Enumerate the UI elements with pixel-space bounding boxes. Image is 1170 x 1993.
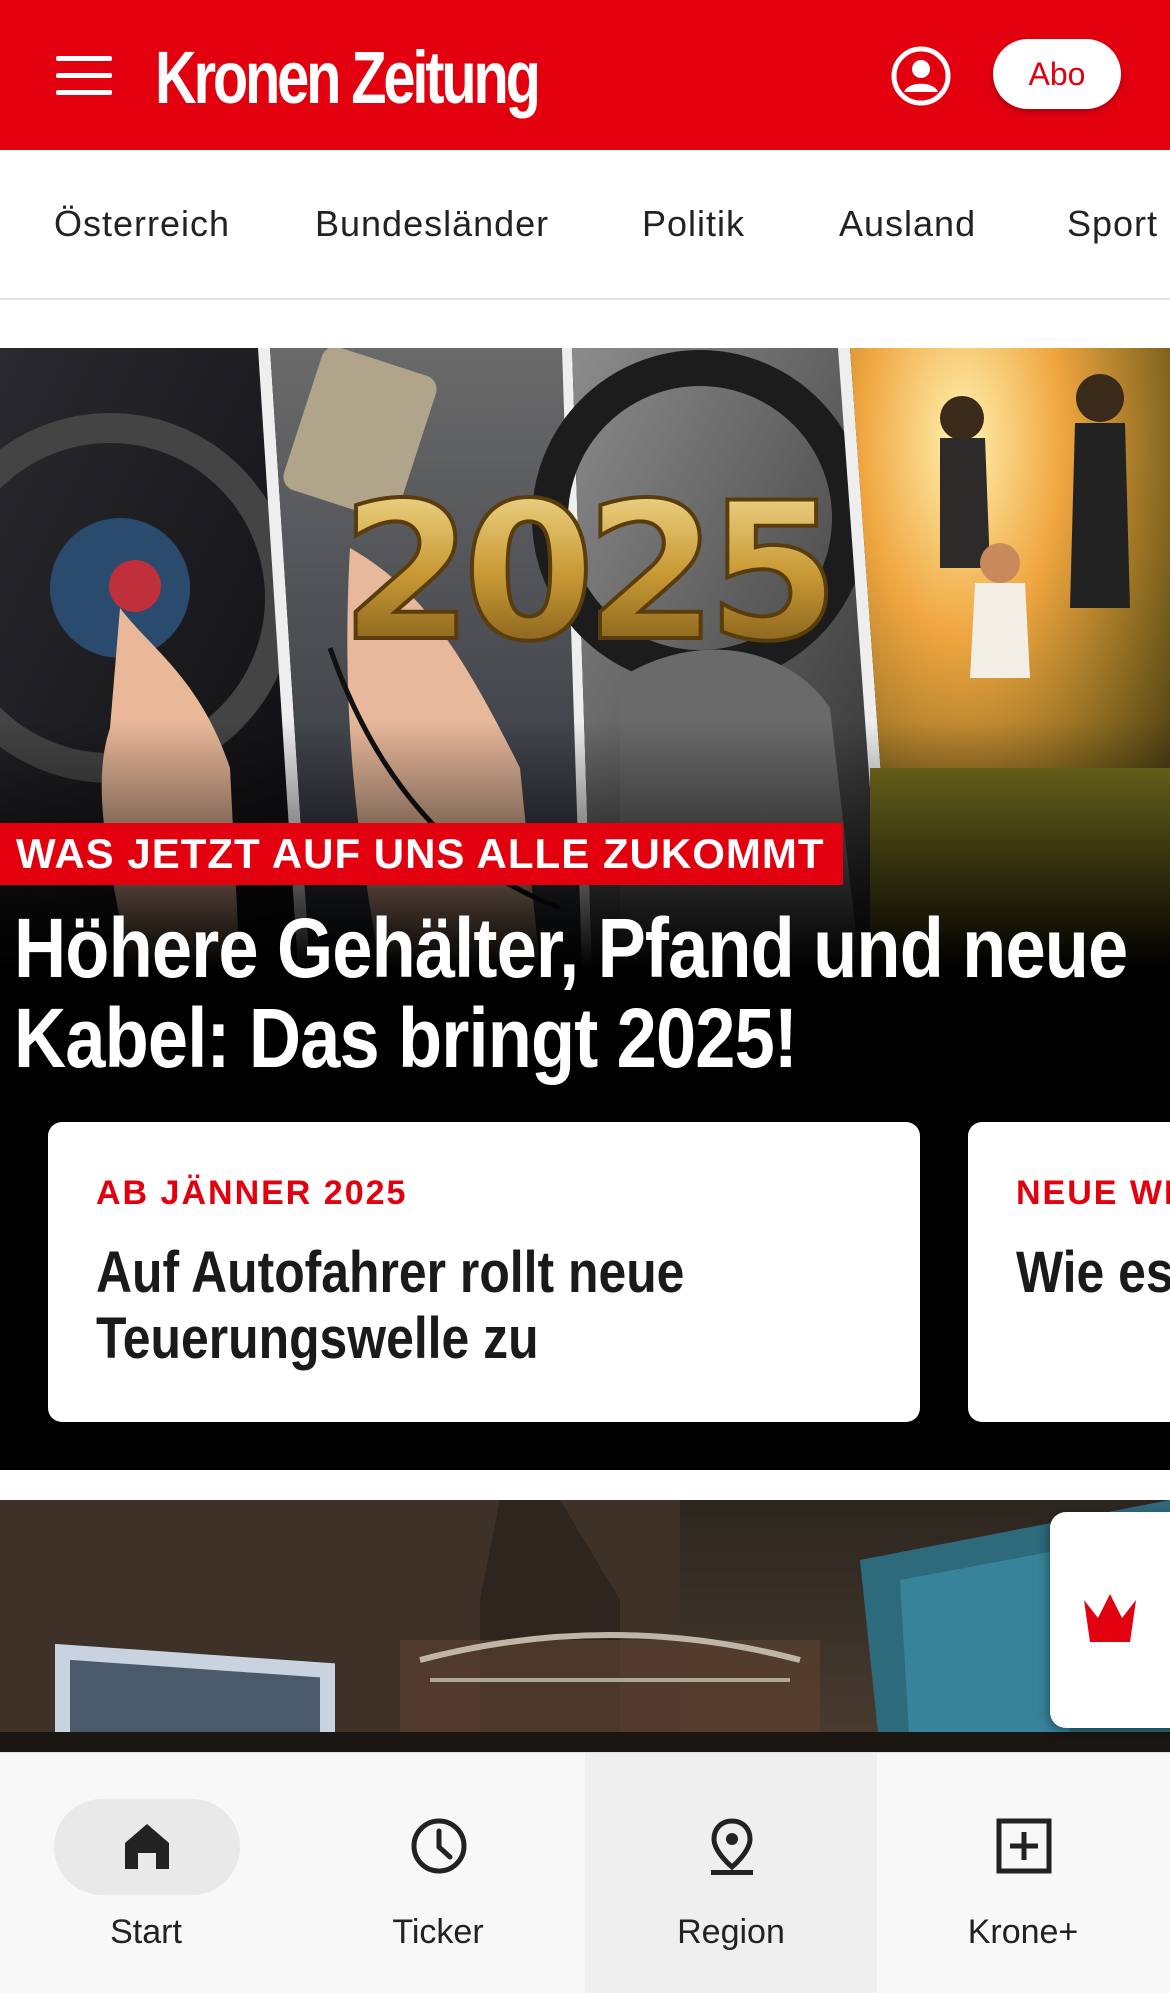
sub-teaser-kicker: NEUE WE	[1016, 1174, 1170, 1212]
sub-teaser-title[interactable]: Auf Autofahrer rollt neue Teuerungswelle…	[96, 1240, 870, 1372]
bottom-nav-krone-plus[interactable]: Krone+	[877, 1753, 1169, 1993]
bottom-nav-label: Region	[677, 1913, 785, 1951]
sub-teaser-card[interactable]: AB JÄNNER 2025 Auf Autofahrer rollt neue…	[48, 1122, 920, 1422]
account-icon[interactable]	[890, 45, 952, 107]
sub-teaser-kicker: AB JÄNNER 2025	[96, 1174, 408, 1212]
clock-icon	[411, 1818, 467, 1874]
bottom-nav-label: Start	[110, 1913, 182, 1951]
sub-teaser-title[interactable]: Wie es weiter	[1016, 1240, 1170, 1306]
nav-item-oesterreich[interactable]: Österreich	[54, 150, 230, 298]
bottom-nav-start[interactable]: Start	[0, 1753, 292, 1993]
home-icon	[125, 1824, 169, 1869]
site-logo[interactable]: Kronen Zeitung	[155, 36, 541, 120]
location-pin-icon	[711, 1818, 753, 1875]
hero-teaser[interactable]: 2025 WAS JETZT AUF UNS ALLE ZUKOMMT Höhe…	[0, 348, 1170, 1470]
hero-kicker: WAS JETZT AUF UNS ALLE ZUKOMMT	[0, 823, 843, 885]
crown-icon	[1084, 1594, 1136, 1642]
bottom-nav-label: Ticker	[392, 1913, 484, 1951]
teaser-image-stephansplatz[interactable]	[0, 1500, 1170, 1752]
plus-box-icon	[996, 1818, 1052, 1874]
bottom-nav-ticker[interactable]: Ticker	[292, 1753, 584, 1993]
abo-button[interactable]: Abo	[993, 39, 1121, 109]
bottom-nav-region[interactable]: Region	[585, 1753, 877, 1993]
hero-headline[interactable]: Höhere Gehälter, Pfand und neue Kabel: D…	[14, 903, 1132, 1083]
nav-item-politik[interactable]: Politik	[642, 150, 745, 298]
top-app-bar: Kronen Zeitung Abo	[0, 0, 1170, 150]
sub-teaser-card[interactable]: NEUE WE Wie es weiter	[968, 1122, 1170, 1422]
bottom-nav-label: Krone+	[967, 1913, 1079, 1951]
bottom-navigation: Start Ticker Region Krone+	[0, 1752, 1170, 1993]
nav-item-bundeslaender[interactable]: Bundesländer	[315, 150, 549, 298]
hamburger-menu-icon[interactable]	[56, 56, 112, 96]
nav-item-sport[interactable]: Sport	[1067, 150, 1158, 298]
category-nav: Österreich Bundesländer Politik Ausland …	[0, 150, 1170, 300]
nav-item-ausland[interactable]: Ausland	[839, 150, 976, 298]
krone-floating-button[interactable]	[1050, 1512, 1170, 1728]
